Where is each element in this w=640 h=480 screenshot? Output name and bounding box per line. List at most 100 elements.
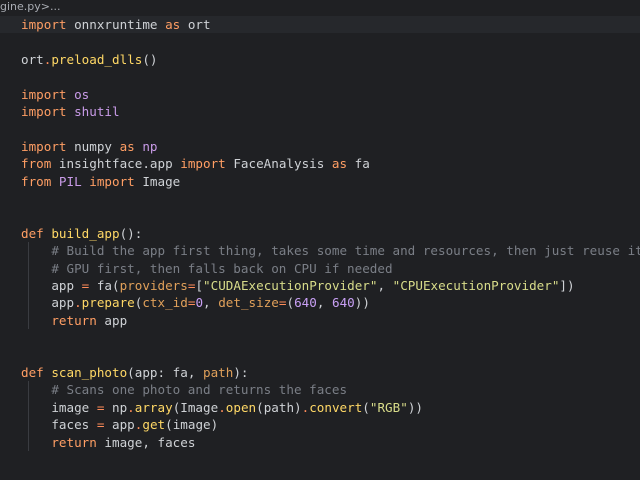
code-line[interactable]: import numpy as np (0, 138, 640, 155)
code-token: , (377, 278, 393, 293)
code-token: (image) (165, 417, 219, 433)
code-line-text: faces = app.get(image) (21, 416, 218, 433)
code-line[interactable]: import os (0, 86, 640, 103)
code-line-text: def scan_photo(app: fa, path): (21, 364, 249, 381)
code-line[interactable] (0, 207, 640, 224)
code-line[interactable] (0, 190, 640, 207)
code-token: array (134, 399, 173, 415)
code-line[interactable] (0, 329, 640, 346)
code-token: import (89, 173, 135, 189)
code-line-text: return image, faces (21, 434, 195, 451)
code-line[interactable]: ort.preload_dlls() (0, 51, 640, 68)
code-token: ( (362, 399, 370, 415)
code-token: as (331, 156, 348, 172)
breadcrumb-file[interactable]: gine.py (0, 0, 41, 14)
code-token: import (21, 86, 67, 102)
code-token: () (142, 51, 158, 67)
code-token: def (21, 365, 44, 380)
code-token: faces (21, 417, 97, 433)
code-line[interactable] (0, 347, 640, 364)
code-token: def (21, 225, 44, 241)
code-line[interactable]: from insightface.app import FaceAnalysis… (0, 155, 640, 172)
code-line[interactable]: app = fa(providers=["CUDAExecutionProvid… (0, 277, 640, 294)
code-line-text: from PIL import Image (21, 173, 180, 190)
code-line[interactable]: app.prepare(ctx_id=0, det_size=(640, 640… (0, 294, 640, 311)
code-line[interactable]: import shutil (0, 103, 640, 120)
code-token: import (21, 104, 67, 119)
code-line-text: app.prepare(ctx_id=0, det_size=(640, 640… (21, 294, 370, 311)
code-token: convert (309, 399, 363, 415)
code-token: get (142, 417, 166, 433)
breadcrumb-more[interactable]: ... (50, 0, 61, 14)
code-token: build_app (43, 225, 120, 241)
code-token: fa( (89, 278, 120, 293)
code-token: (): (119, 225, 143, 241)
code-token: return (21, 312, 97, 328)
code-token: (Image (172, 399, 219, 415)
code-token: from (21, 173, 52, 189)
code-line[interactable]: faces = app.get(image) (0, 416, 640, 433)
code-token: ort (180, 17, 211, 32)
code-line[interactable]: # Build the app first thing, takes some … (0, 242, 640, 259)
code-token: . (74, 295, 82, 311)
code-line[interactable]: # GPU first, then falls back on CPU if n… (0, 260, 640, 277)
code-token: PIL (51, 173, 90, 189)
code-token: prepare (81, 295, 135, 311)
code-token: as (119, 138, 135, 154)
code-token: )) (354, 295, 370, 311)
code-token: np (104, 399, 128, 415)
code-token: ( (286, 295, 295, 311)
code-token: shutil (66, 104, 120, 119)
code-token: (app: fa, (127, 365, 203, 380)
code-line[interactable]: def scan_photo(app: fa, path): (0, 364, 640, 381)
code-token: app (21, 278, 82, 293)
code-token: image, faces (96, 434, 196, 450)
code-line-text: app = fa(providers=["CUDAExecutionProvid… (21, 277, 575, 294)
code-token: [ (195, 278, 204, 293)
code-token: app (104, 417, 135, 433)
code-token: app (96, 312, 128, 328)
code-token: ort (21, 51, 44, 67)
code-token: # Build the app first thing, takes some … (21, 243, 640, 259)
code-line-text: import os (21, 86, 89, 103)
code-token: (path) (256, 399, 302, 415)
breadcrumb-separator: > (40, 0, 50, 13)
code-token: 0 (195, 295, 204, 311)
code-line-text: def build_app(): (21, 225, 142, 242)
code-line-text: from insightface.app import FaceAnalysis… (21, 155, 370, 172)
code-token: "CUDAExecutionProvider" (203, 278, 378, 293)
code-line-text: ort.preload_dlls() (21, 51, 158, 68)
code-line-text: # Scans one photo and returns the faces (21, 381, 347, 398)
code-token: FaceAnalysis (225, 156, 332, 172)
code-line[interactable] (0, 33, 640, 50)
code-token: import (21, 138, 67, 154)
code-token: det_size (218, 295, 279, 311)
code-line[interactable]: image = np.array(Image.open(path).conver… (0, 399, 640, 416)
breadcrumb: gine.py > ... (0, 0, 640, 14)
code-token: Image (134, 173, 181, 189)
code-line[interactable]: from PIL import Image (0, 173, 640, 190)
code-line[interactable]: return image, faces (0, 434, 640, 451)
code-token: , (203, 295, 219, 311)
code-line[interactable] (0, 68, 640, 85)
code-token: ]) (559, 278, 575, 293)
code-token: scan_photo (43, 365, 128, 380)
code-line[interactable]: # Scans one photo and returns the faces (0, 381, 640, 398)
indent-guide (28, 242, 29, 330)
code-token: 640 (294, 295, 317, 311)
code-token: insightface.app (51, 156, 181, 172)
code-line-text: import onnxruntime as ort (21, 16, 211, 33)
code-line[interactable]: def build_app(): (0, 225, 640, 242)
code-line[interactable]: import onnxruntime as ort (0, 16, 640, 34)
code-line[interactable]: return app (0, 312, 640, 329)
code-line-text: import numpy as np (21, 138, 158, 155)
code-token: onnxruntime (66, 17, 166, 32)
code-token: . (127, 399, 135, 415)
code-token: open (225, 399, 257, 415)
code-token: ): (233, 365, 249, 380)
code-token: . (218, 399, 226, 415)
code-token: image (21, 399, 97, 415)
code-line[interactable] (0, 120, 640, 137)
code-token: return (21, 434, 97, 450)
code-editor[interactable]: gine.py > ... import onnxruntime as ort o… (0, 0, 640, 480)
